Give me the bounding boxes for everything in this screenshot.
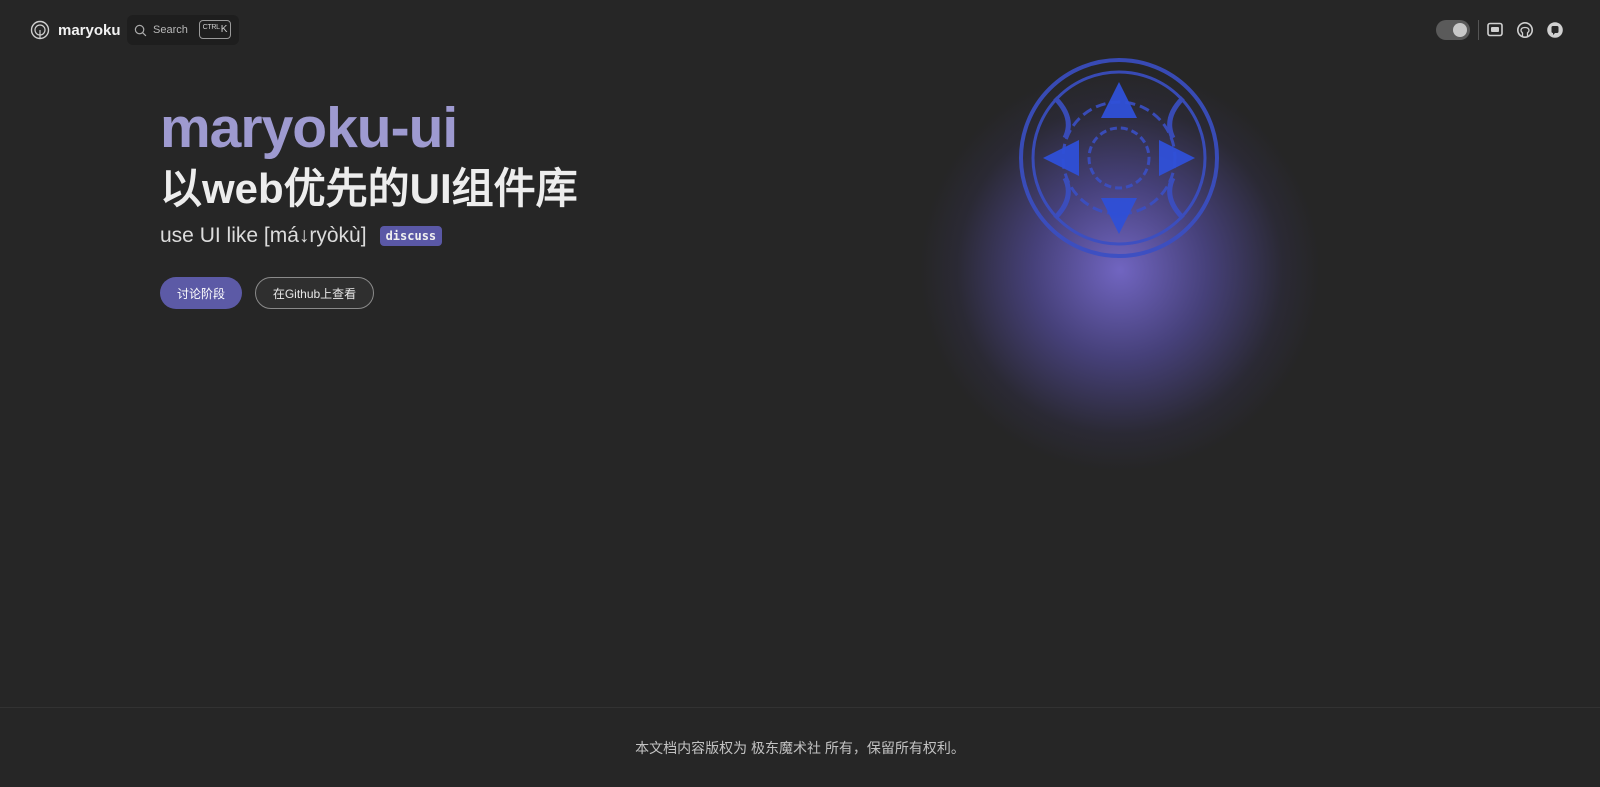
top-navbar: maryoku Search CTRL K xyxy=(0,0,1600,60)
nav-divider xyxy=(1478,20,1479,40)
status-badge: discuss xyxy=(379,226,443,246)
logo-icon xyxy=(30,20,50,40)
hero-subtitle: 以web优先的UI组件库 xyxy=(160,165,578,212)
search-shortcut: CTRL K xyxy=(199,20,231,39)
moon-icon xyxy=(1453,23,1467,37)
search-button[interactable]: Search CTRL K xyxy=(127,15,239,45)
view-on-github-button[interactable]: 在Github上查看 xyxy=(255,277,374,309)
search-label: Search xyxy=(153,24,188,36)
magic-circle-icon xyxy=(1019,58,1219,258)
nav-actions xyxy=(1436,19,1564,41)
theme-toggle[interactable] xyxy=(1436,20,1470,40)
footer-copyright: 本文档内容版权为 极东魔术社 所有，保留所有权利。 xyxy=(635,739,965,756)
hero-title: maryoku-ui xyxy=(160,96,458,160)
hero-tagline-row: use UI like [má↓ryòkù] discuss xyxy=(160,221,720,251)
footer: 本文档内容版权为 极东魔术社 所有，保留所有权利。 xyxy=(0,707,1600,787)
shortcut-modifier: CTRL xyxy=(202,23,220,31)
brand-name: maryoku xyxy=(58,21,121,39)
hero-tagline: use UI like [má↓ryòkù] xyxy=(160,224,367,247)
brand-link[interactable]: maryoku xyxy=(30,19,121,41)
github-icon[interactable] xyxy=(1516,21,1534,39)
search-icon xyxy=(134,24,147,36)
qq-icon[interactable] xyxy=(1546,21,1564,39)
hero-section: maryoku-ui 以web优先的UI组件库 use UI like [má↓… xyxy=(160,95,720,309)
shortcut-key: K xyxy=(220,24,228,35)
hero-actions: 讨论阶段 在Github上查看 xyxy=(160,277,720,309)
discord-icon[interactable] xyxy=(1486,21,1504,39)
discuss-button[interactable]: 讨论阶段 xyxy=(160,277,242,309)
